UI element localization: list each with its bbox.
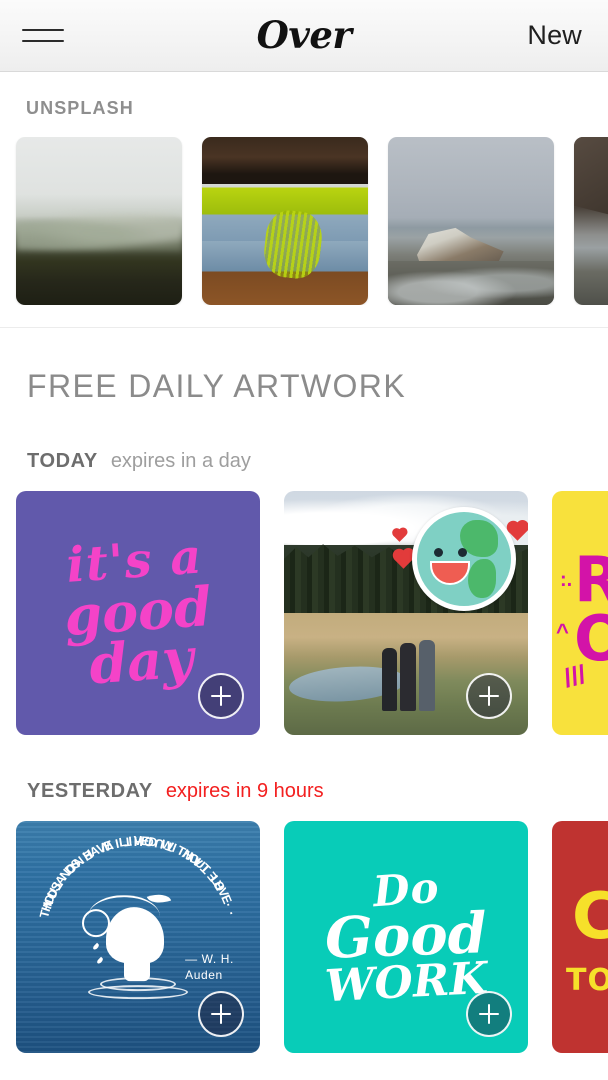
unsplash-thumbnail[interactable] (388, 137, 554, 305)
add-artwork-button[interactable] (466, 673, 512, 719)
hamburger-menu-icon[interactable] (22, 23, 64, 49)
lettering-line-3: WORK (323, 953, 489, 1013)
artwork-lettering: C (572, 880, 608, 954)
water-drop (92, 942, 100, 951)
lettering-line-2: O (574, 601, 608, 675)
person-silhouette (381, 647, 398, 711)
earth-eye (433, 547, 443, 557)
water-drop (96, 956, 104, 965)
hand-rose-emblem (82, 885, 194, 1000)
unsplash-thumbnail[interactable] (202, 137, 368, 305)
add-artwork-button[interactable] (466, 991, 512, 1037)
circular-text-char: I (113, 836, 121, 851)
smiling-earth-sticker (412, 507, 516, 611)
artwork-card[interactable]: C TO (552, 821, 608, 1053)
unsplash-label: UNSPLASH (26, 98, 134, 118)
artwork-card[interactable]: Do Good WORK (284, 821, 528, 1053)
app-root: Over New UNSPLASH FREE DAILY ARTWORK TOD… (0, 0, 608, 1080)
artwork-card[interactable]: :. ^ /// R O (552, 491, 608, 735)
hamburger-line (22, 40, 64, 42)
day-label: TODAY (27, 450, 98, 472)
circular-text-char: T (163, 838, 176, 855)
quote-attribution: — W. H. Auden (185, 951, 234, 983)
circular-text-char (217, 889, 231, 899)
decorative-mark: ^ (556, 619, 569, 644)
decorative-mark: :. (560, 569, 573, 591)
day-expiry: expires in a day (110, 450, 251, 472)
unsplash-thumbnail-row[interactable] (0, 137, 608, 305)
app-logo: Over (256, 12, 352, 57)
new-project-button[interactable]: New (527, 20, 582, 51)
day-expiry: expires in 9 hours (165, 780, 324, 802)
unsplash-thumbnail[interactable] (574, 137, 608, 305)
artwork-sub-lettering: TO (566, 963, 608, 998)
day-group-header-today: TODAY expires in a day (0, 450, 608, 473)
unsplash-thumbnail[interactable] (16, 137, 182, 305)
circular-text-char: · (220, 899, 236, 909)
unsplash-section: UNSPLASH (0, 72, 608, 328)
attribution-line-1: — W. H. (185, 951, 234, 966)
app-header: Over New (0, 0, 608, 72)
artwork-card[interactable] (284, 491, 528, 735)
artwork-card[interactable]: it's a good day (16, 491, 260, 735)
earth-landmass (467, 559, 496, 599)
artwork-row-yesterday[interactable]: THOUSANDS HAVE LIVED WITHOUT LOVE · NOT … (0, 821, 608, 1053)
add-artwork-button[interactable] (198, 991, 244, 1037)
hamburger-line (22, 29, 64, 31)
circular-text-char: H (133, 834, 143, 848)
circular-text-char: W (98, 837, 115, 855)
photo-people (381, 637, 436, 711)
artwork-row-today[interactable]: it's a good day:. ^ /// R O (0, 491, 608, 735)
person-silhouette (419, 640, 436, 711)
water-ripple (88, 985, 188, 1000)
earth-smile (430, 560, 470, 586)
artwork-lettering: R O (574, 549, 608, 675)
earth-eye (458, 547, 468, 557)
day-label: YESTERDAY (27, 780, 153, 802)
page-title: FREE DAILY ARTWORK (27, 368, 407, 404)
person-silhouette (400, 643, 417, 711)
daily-artwork-section: FREE DAILY ARTWORK TODAY expires in a da… (0, 328, 608, 1053)
add-artwork-button[interactable] (198, 673, 244, 719)
circular-text-char: T (122, 834, 133, 849)
day-group-header-yesterday: YESTERDAY expires in 9 hours (0, 780, 608, 803)
attribution-line-2: Auden (185, 968, 223, 983)
artwork-card[interactable]: THOUSANDS HAVE LIVED WITHOUT LOVE · NOT … (16, 821, 260, 1053)
